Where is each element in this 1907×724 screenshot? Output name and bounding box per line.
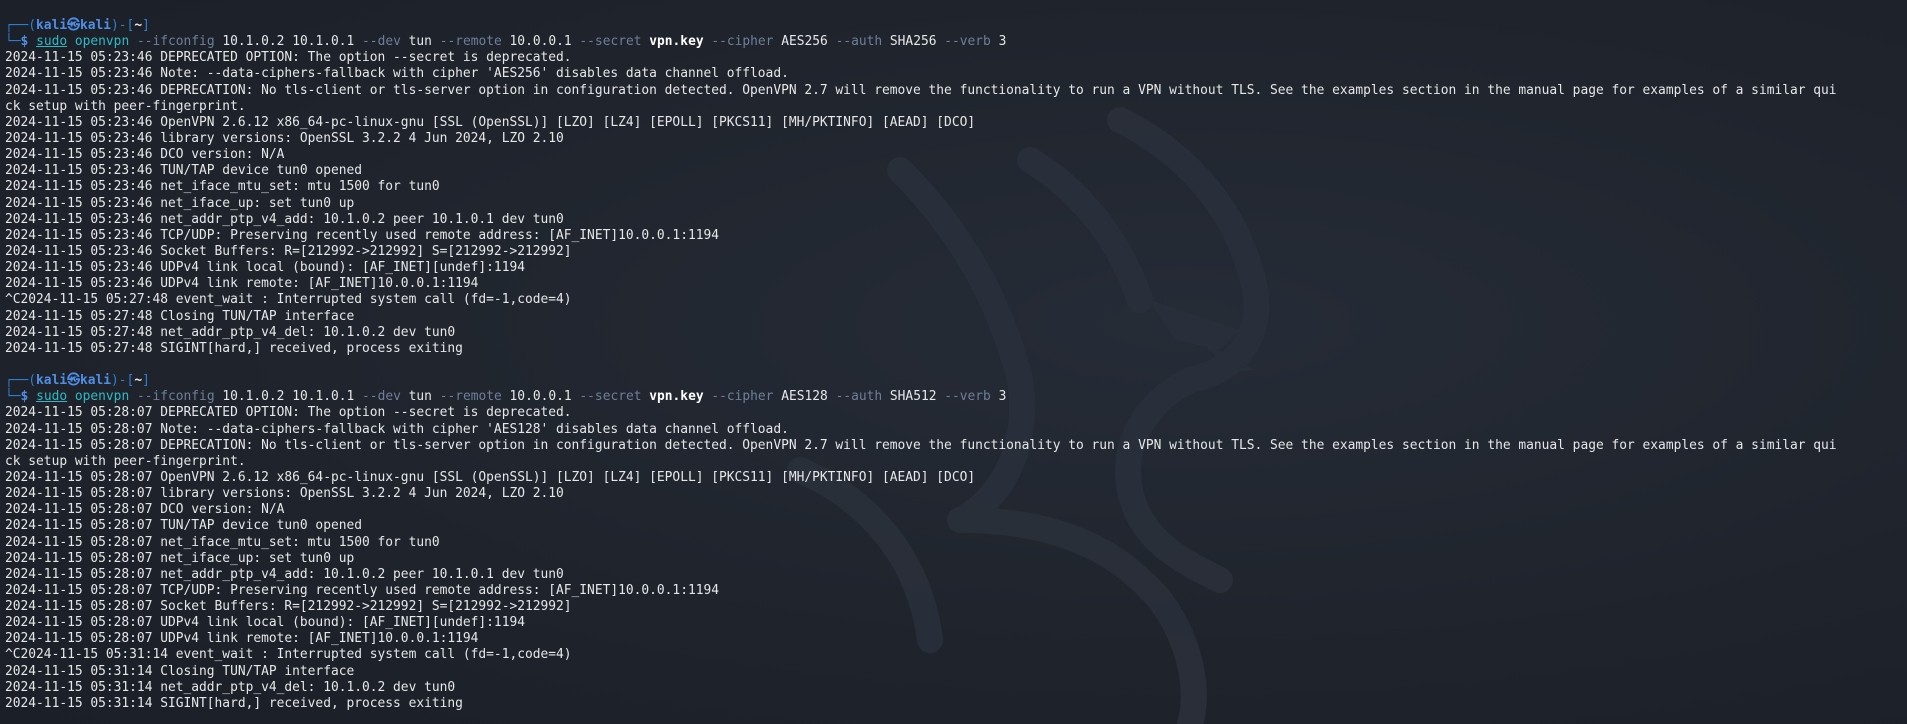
output-line: ck setup with peer-fingerprint. [5, 98, 246, 114]
command-argument: tun [408, 389, 432, 405]
prompt-user: kali [36, 18, 68, 33]
prompt-host: kali [79, 373, 112, 389]
output-line: ^C2024-11-15 05:31:14 event_wait : Inter… [5, 647, 572, 663]
command-argument: SHA256 [889, 34, 937, 50]
command-argument: AES128 [781, 389, 828, 405]
command-option: --ifconfig [136, 389, 215, 405]
prompt-cwd: ~ [134, 18, 143, 33]
prompt-at-symbol: ㉿ [67, 18, 80, 33]
prompt-host: kali [79, 18, 112, 33]
output-line: 2024-11-15 05:23:46 UDPv4 link remote: [… [5, 276, 479, 292]
output-line: 2024-11-15 05:28:07 UDPv4 link remote: [… [5, 631, 479, 647]
output-line: 2024-11-15 05:28:07 Socket Buffers: R=[2… [5, 599, 572, 615]
output-line: 2024-11-15 05:23:46 DEPRECATED OPTION: T… [5, 50, 572, 66]
command-argument: AES256 [781, 34, 828, 50]
output-line: 2024-11-15 05:28:07 Note: --data-ciphers… [5, 421, 789, 437]
command-argument: vpn.key [649, 34, 704, 50]
prompt-line: ┌──(kali㉿kali)-[~] [5, 373, 1907, 389]
prompt-dollar: $ [20, 34, 29, 50]
output-line: 2024-11-15 05:23:46 DEPRECATION: No tls-… [5, 82, 1837, 98]
command-argument: 10.1.0.2 10.1.0.1 [222, 389, 355, 405]
prompt-border: ] [142, 18, 150, 33]
output-line: 2024-11-15 05:28:07 net_iface_up: set tu… [5, 550, 355, 566]
output-line: 2024-11-15 05:28:07 TUN/TAP device tun0 … [5, 518, 362, 534]
prompt-border: └─ [5, 389, 21, 405]
prompt-user: kali [36, 373, 68, 389]
command-argument: SHA512 [889, 389, 937, 405]
command-option: --dev [362, 389, 401, 405]
command-argument: 10.0.0.1 [509, 389, 572, 405]
output-line: 2024-11-15 05:23:46 library versions: Op… [5, 130, 564, 146]
output-line: 2024-11-15 05:27:48 net_addr_ptp_v4_del:… [5, 324, 456, 340]
prompt-border: ┌──( [5, 18, 37, 33]
command-argument: 3 [998, 34, 1007, 50]
prompt-dollar: $ [20, 389, 29, 405]
command-option: --cipher [711, 389, 774, 405]
output-line: 2024-11-15 05:28:07 OpenVPN 2.6.12 x86_6… [5, 469, 976, 485]
command-sudo: sudo [36, 389, 68, 405]
output-line: 2024-11-15 05:27:48 SIGINT[hard,] receiv… [5, 340, 463, 356]
command-program: openvpn [74, 34, 130, 50]
command-option: --auth [835, 34, 883, 50]
output-line: 2024-11-15 05:31:14 Closing TUN/TAP inte… [5, 663, 355, 679]
prompt-border: )-[ [111, 18, 135, 33]
output-line: 2024-11-15 05:23:46 net_addr_ptp_v4_add:… [5, 211, 564, 227]
output-line: 2024-11-15 05:23:46 UDPv4 link local (bo… [5, 260, 525, 276]
output-line: 2024-11-15 05:23:46 TUN/TAP device tun0 … [5, 163, 362, 179]
command-argument: vpn.key [649, 389, 704, 405]
output-line: ck setup with peer-fingerprint. [5, 453, 246, 469]
command-option: --verb [944, 389, 991, 405]
command-option: --secret [579, 389, 642, 405]
prompt-border: )-[ [111, 373, 135, 389]
prompt-line: ┌──(kali㉿kali)-[~] [5, 18, 1907, 34]
command-option: --verb [944, 34, 991, 50]
output-line: 2024-11-15 05:28:07 UDPv4 link local (bo… [5, 615, 525, 631]
command-option: --remote [439, 389, 502, 405]
prompt-border: └─ [5, 34, 21, 50]
output-line: 2024-11-15 05:23:46 net_iface_up: set tu… [5, 195, 355, 211]
prompt-at-symbol: ㉿ [67, 373, 80, 389]
command-argument: tun [408, 34, 432, 50]
output-line: 2024-11-15 05:28:07 net_addr_ptp_v4_add:… [5, 566, 564, 582]
output-line: 2024-11-15 05:31:14 net_addr_ptp_v4_del:… [5, 679, 456, 695]
terminal-output: ┌──(kali㉿kali)-[~] └─$ sudo openvpn --ifc… [5, 18, 1907, 712]
prompt-border: ┌──( [5, 373, 37, 389]
terminal-window[interactable]: ┌──(kali㉿kali)-[~] └─$ sudo openvpn --ifc… [0, 0, 1907, 724]
output-line: ^C2024-11-15 05:27:48 event_wait : Inter… [5, 292, 572, 308]
command-argument: 3 [998, 389, 1007, 405]
output-line: 2024-11-15 05:23:46 DCO version: N/A [5, 147, 285, 163]
command-option: --secret [579, 34, 642, 50]
command-option: --cipher [711, 34, 774, 50]
prompt-cwd: ~ [134, 373, 143, 389]
command-line[interactable]: └─$ sudo openvpn --ifconfig 10.1.0.2 10.… [5, 34, 1907, 50]
command-argument: 10.0.0.1 [509, 34, 572, 50]
output-line: 2024-11-15 05:28:07 TCP/UDP: Preserving … [5, 582, 719, 598]
prompt-border: ] [142, 373, 150, 389]
command-program: openvpn [74, 389, 130, 405]
output-line: 2024-11-15 05:28:07 library versions: Op… [5, 486, 564, 502]
command-option: --remote [439, 34, 502, 50]
output-line: 2024-11-15 05:28:07 net_iface_mtu_set: m… [5, 534, 440, 550]
output-line: 2024-11-15 05:27:48 Closing TUN/TAP inte… [5, 308, 355, 324]
output-line: 2024-11-15 05:28:07 DEPRECATED OPTION: T… [5, 405, 572, 421]
command-option: --auth [835, 389, 883, 405]
output-line: 2024-11-15 05:23:46 TCP/UDP: Preserving … [5, 227, 719, 243]
output-line: 2024-11-15 05:23:46 net_iface_mtu_set: m… [5, 179, 440, 195]
output-line: 2024-11-15 05:28:07 DCO version: N/A [5, 502, 285, 518]
output-line: 2024-11-15 05:23:46 OpenVPN 2.6.12 x86_6… [5, 114, 976, 130]
output-line: 2024-11-15 05:28:07 DEPRECATION: No tls-… [5, 437, 1837, 453]
command-line[interactable]: └─$ sudo openvpn --ifconfig 10.1.0.2 10.… [5, 389, 1907, 405]
command-sudo: sudo [36, 34, 68, 50]
command-option: --dev [362, 34, 401, 50]
command-argument: 10.1.0.2 10.1.0.1 [222, 34, 355, 50]
command-option: --ifconfig [136, 34, 215, 50]
output-line: 2024-11-15 05:31:14 SIGINT[hard,] receiv… [5, 695, 463, 711]
output-line: 2024-11-15 05:23:46 Socket Buffers: R=[2… [5, 243, 572, 259]
output-line: 2024-11-15 05:23:46 Note: --data-ciphers… [5, 66, 789, 82]
